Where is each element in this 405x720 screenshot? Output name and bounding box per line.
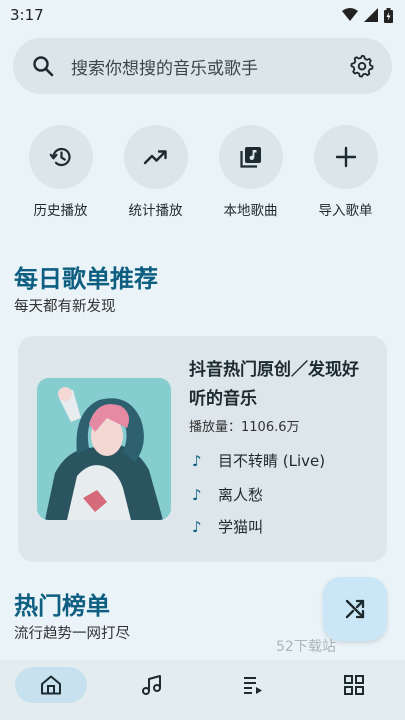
search-icon[interactable] <box>31 54 55 78</box>
history-icon <box>49 147 71 167</box>
shuffle-button[interactable] <box>323 577 387 641</box>
nav-playlist[interactable] <box>217 667 289 703</box>
quick-stats[interactable]: 统计播放 <box>108 125 203 219</box>
quick-label: 本地歌曲 <box>223 203 278 219</box>
quick-label: 导入歌单 <box>318 203 373 219</box>
playlist-card[interactable]: 抖音热门原创／发现好听的音乐 播放量：1106.6万 ♪ 目不转睛 (Live)… <box>18 336 387 562</box>
charts-subtitle: 流行趋势一网打尽 <box>14 626 130 642</box>
nav-music[interactable] <box>116 667 188 703</box>
quick-import[interactable]: 导入歌单 <box>298 125 393 219</box>
track-title: 目不转睛 (Live) <box>218 452 326 470</box>
trending-icon <box>143 150 167 165</box>
quick-label: 历史播放 <box>33 203 88 219</box>
search-bar[interactable]: 搜索你想搜的音乐或歌手 <box>13 38 392 94</box>
quick-label: 统计播放 <box>128 203 183 219</box>
nav-more[interactable] <box>318 667 390 703</box>
daily-subtitle: 每天都有新发现 <box>14 299 116 315</box>
music-note-icon <box>141 675 161 695</box>
grid-icon <box>344 675 365 695</box>
status-time: 3:17 <box>10 6 44 24</box>
battery-icon <box>384 7 393 23</box>
playlist-title[interactable]: 抖音热门原创／发现好听的音乐 <box>189 356 369 414</box>
plus-icon <box>335 146 356 168</box>
cover-art <box>37 378 171 520</box>
playlist-cover[interactable] <box>37 378 171 520</box>
search-input[interactable]: 搜索你想搜的音乐或歌手 <box>71 54 350 79</box>
status-bar: 3:17 <box>0 0 405 30</box>
playlist-plays: 播放量：1106.6万 <box>189 420 300 435</box>
charts-title: 热门榜单 <box>14 592 110 620</box>
quick-actions: 历史播放 统计播放 本地歌曲 导入歌单 <box>0 125 405 219</box>
music-note-icon: ♪ <box>192 485 202 504</box>
track-title: 学猫叫 <box>218 518 264 536</box>
track-title: 离人愁 <box>218 486 264 504</box>
music-note-icon: ♪ <box>192 451 202 470</box>
status-icons <box>342 7 393 23</box>
nav-home[interactable] <box>14 667 87 703</box>
stats-button[interactable] <box>123 125 188 189</box>
music-note-icon: ♪ <box>192 517 202 536</box>
import-button[interactable] <box>313 125 378 189</box>
quick-local[interactable]: 本地歌曲 <box>203 125 298 219</box>
track-item[interactable]: ♪ 目不转睛 (Live) <box>192 450 325 471</box>
home-icon <box>40 675 61 695</box>
queue-icon <box>244 677 263 694</box>
shuffle-icon <box>345 599 365 619</box>
quick-history[interactable]: 历史播放 <box>13 125 108 219</box>
track-item[interactable]: ♪ 离人愁 <box>192 484 263 505</box>
history-button[interactable] <box>28 125 93 189</box>
bottom-nav <box>0 660 405 720</box>
wifi-icon <box>342 8 358 21</box>
gear-icon[interactable] <box>350 54 374 78</box>
watermark: 52下载站 <box>276 639 336 655</box>
daily-title: 每日歌单推荐 <box>14 265 158 293</box>
local-music-button[interactable] <box>218 125 283 189</box>
signal-icon <box>364 8 378 22</box>
library-music-icon <box>239 147 261 168</box>
track-item[interactable]: ♪ 学猫叫 <box>192 516 263 537</box>
